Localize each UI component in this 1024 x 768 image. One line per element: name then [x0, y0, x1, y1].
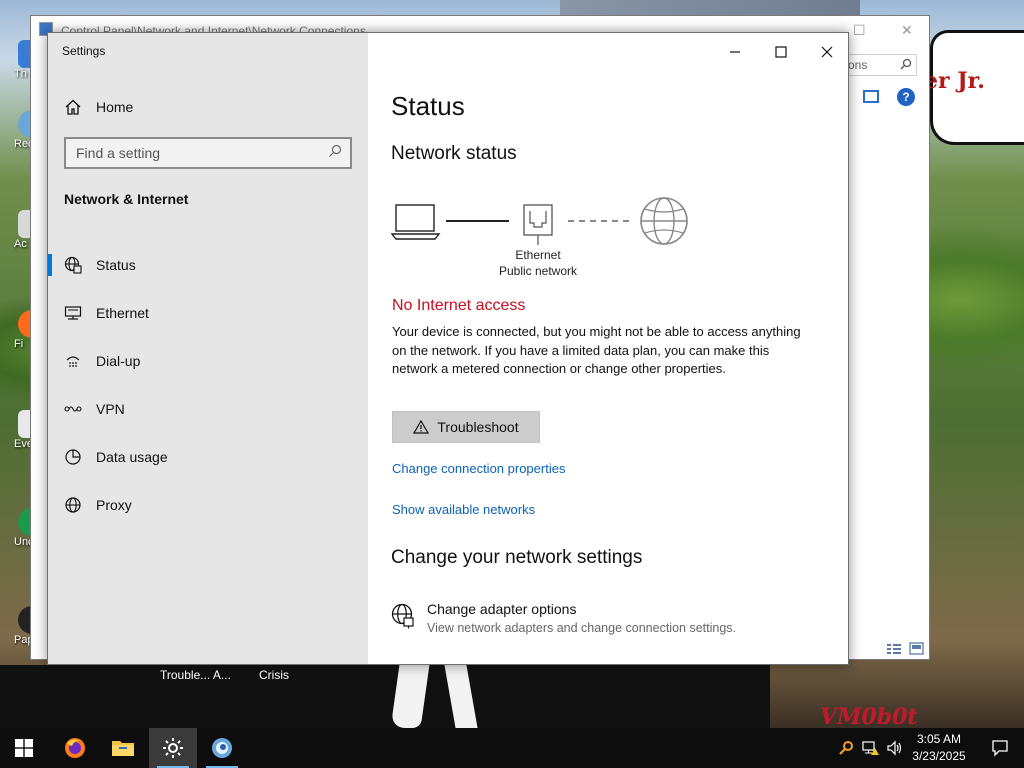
- watermark-text: VM0b0t: [820, 704, 918, 730]
- background-banner-text: er Jr.: [924, 68, 985, 94]
- firefox-icon: [65, 738, 85, 758]
- start-button[interactable]: [0, 728, 48, 768]
- preview-pane-icon[interactable]: [863, 90, 879, 103]
- windows-logo-icon: [15, 739, 33, 757]
- desktop-icon-label[interactable]: Crisis: [259, 668, 289, 682]
- explorer-close-button[interactable]: ✕: [901, 22, 913, 39]
- troubleshoot-label: Troubleshoot: [437, 419, 519, 435]
- help-icon[interactable]: ?: [897, 88, 915, 106]
- vpn-icon: [64, 400, 82, 418]
- ethernet-icon: [64, 304, 82, 322]
- notification-icon: [992, 740, 1008, 757]
- section-heading: Network & Internet: [64, 191, 189, 207]
- home-icon: [65, 99, 81, 115]
- connection-alert-description: Your device is connected, but you might …: [392, 324, 801, 376]
- proxy-globe-icon: [64, 496, 82, 514]
- settings-window[interactable]: Settings Home Find a setting Network & I…: [47, 32, 849, 665]
- nav-item-label: Dial-up: [96, 353, 141, 369]
- search-placeholder-text: Find a setting: [76, 145, 161, 161]
- background-dark-area: [0, 665, 770, 728]
- network-status-diagram: Ethernet Public network: [390, 193, 701, 283]
- nav-item-label: Data usage: [96, 449, 168, 465]
- details-view-icon: [887, 642, 924, 655]
- page-title: Status: [391, 91, 465, 121]
- adapter-options-subtitle: View network adapters and change connect…: [427, 621, 736, 635]
- troubleshoot-button[interactable]: Troubleshoot: [392, 411, 540, 443]
- show-available-networks-link[interactable]: Show available networks: [392, 502, 535, 517]
- nav-item-label: Status: [96, 257, 136, 273]
- nav-item-label: Proxy: [96, 497, 132, 513]
- find-setting-search-input[interactable]: Find a setting: [64, 137, 352, 169]
- data-usage-icon: [64, 448, 82, 466]
- search-icon: [900, 58, 912, 72]
- explorer-maximize-button[interactable]: ☐: [853, 22, 866, 39]
- network-warning-tray-icon[interactable]: [862, 738, 880, 758]
- network-nav-list: Status Ethernet Dial-up VPN Data usage P…: [48, 241, 368, 529]
- status-content: Status Network status Ethernet Public ne…: [390, 33, 831, 664]
- adapter-globe-icon: [391, 601, 417, 635]
- nav-item-proxy[interactable]: Proxy: [48, 481, 368, 529]
- network-profile-label: Public network: [498, 264, 578, 278]
- settings-window-title: Settings: [62, 44, 106, 58]
- clock-time: 3:05 AM: [916, 732, 962, 746]
- clock-date: 3/23/2025: [912, 749, 966, 763]
- globe-status-icon: [64, 256, 82, 274]
- internet-globe-icon: [640, 197, 688, 245]
- connection-alert-title: No Internet access: [392, 297, 526, 314]
- adapter-name-label: Ethernet: [515, 248, 561, 262]
- nav-item-ethernet[interactable]: Ethernet: [48, 289, 368, 337]
- laptop-icon: [390, 204, 441, 240]
- action-center-button[interactable]: [976, 728, 1024, 768]
- search-icon: [328, 144, 342, 163]
- desktop-icon-label[interactable]: Trouble... A...: [160, 668, 231, 682]
- taskbar-file-explorer[interactable]: [99, 728, 147, 768]
- taskbar-settings[interactable]: [149, 728, 197, 768]
- home-nav-item[interactable]: Home: [64, 95, 133, 119]
- change-network-settings-heading: Change your network settings: [391, 547, 643, 568]
- nav-item-vpn[interactable]: VPN: [48, 385, 368, 433]
- volume-tray-icon[interactable]: [886, 738, 904, 758]
- taskbar-browser[interactable]: [198, 728, 246, 768]
- globe-app-icon: [212, 738, 232, 758]
- folder-icon: [112, 741, 134, 756]
- settings-gear-icon: [163, 738, 183, 758]
- warning-icon: [413, 420, 430, 434]
- network-status-heading: Network status: [391, 143, 517, 164]
- search-tray-icon[interactable]: [838, 738, 854, 758]
- nav-item-label: Ethernet: [96, 305, 149, 321]
- taskbar-firefox[interactable]: [51, 728, 99, 768]
- nav-item-data-usage[interactable]: Data usage: [48, 433, 368, 481]
- background-roof: [560, 0, 860, 16]
- home-label: Home: [96, 99, 134, 115]
- change-connection-properties-link[interactable]: Change connection properties: [392, 461, 565, 476]
- nav-item-dial-up[interactable]: Dial-up: [48, 337, 368, 385]
- nav-item-label: VPN: [96, 401, 125, 417]
- taskbar-clock[interactable]: 3:05 AM 3/23/2025: [904, 731, 974, 765]
- ethernet-port-icon: [523, 204, 553, 245]
- dial-up-icon: [64, 352, 82, 370]
- change-adapter-options-item[interactable]: Change adapter options View network adap…: [391, 601, 736, 635]
- view-mode-icons[interactable]: [886, 642, 926, 659]
- nav-item-status[interactable]: Status: [48, 241, 368, 289]
- taskbar: 3:05 AM 3/23/2025: [0, 728, 1024, 768]
- adapter-options-title: Change adapter options: [427, 601, 577, 617]
- settings-sidebar: Settings Home Find a setting Network & I…: [48, 33, 368, 664]
